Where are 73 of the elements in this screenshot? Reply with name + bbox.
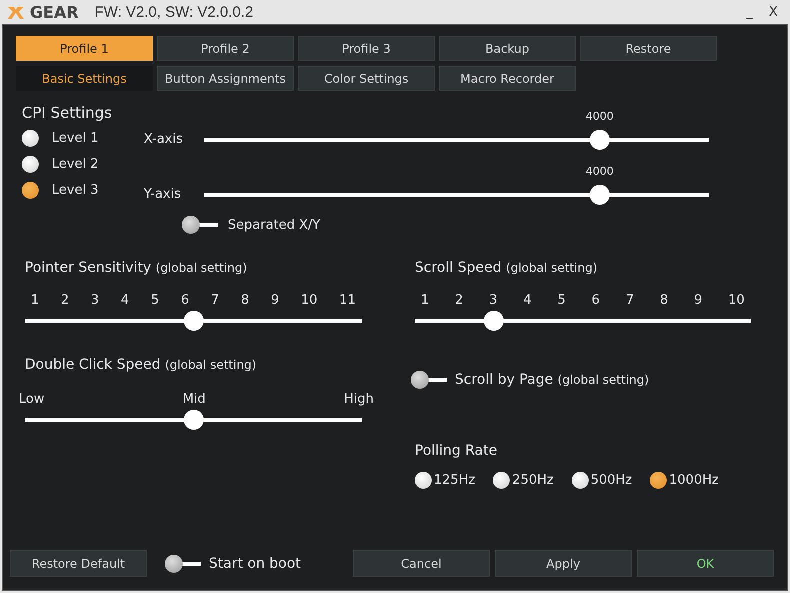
tick-label: 6 bbox=[181, 293, 190, 308]
tick-label: 7 bbox=[626, 293, 634, 308]
restore-default-button[interactable]: Restore Default bbox=[10, 550, 147, 577]
axis-label: Y-axis bbox=[144, 187, 182, 202]
tick-label: 10 bbox=[728, 293, 745, 308]
logo-text: GEAR bbox=[30, 2, 79, 22]
slider-thumb[interactable] bbox=[590, 130, 610, 150]
slider-value: 4000 bbox=[586, 110, 614, 122]
section-title: Pointer Sensitivity (global setting) bbox=[25, 260, 248, 276]
radio-label: 250Hz bbox=[512, 473, 554, 488]
radio-label: Level 3 bbox=[52, 183, 99, 198]
minimize-button[interactable]: _ bbox=[740, 4, 760, 20]
profile-tab[interactable]: Backup bbox=[439, 36, 576, 61]
radio-button[interactable] bbox=[415, 472, 432, 489]
page-tab[interactable]: Macro Recorder bbox=[439, 66, 576, 91]
tick-label: 6 bbox=[592, 293, 600, 308]
section-title: Polling Rate bbox=[415, 443, 498, 459]
axis-label: X-axis bbox=[144, 132, 184, 147]
page-tab[interactable]: Basic Settings bbox=[16, 66, 153, 91]
tick-label: 10 bbox=[301, 293, 318, 308]
tick-label: 5 bbox=[151, 293, 160, 308]
radio-button[interactable] bbox=[572, 472, 589, 489]
radio-button[interactable] bbox=[22, 182, 39, 199]
radio-label: Level 2 bbox=[52, 157, 99, 172]
tick-label: 3 bbox=[489, 293, 498, 308]
close-button[interactable]: X bbox=[763, 4, 784, 20]
profile-tab[interactable]: Profile 2 bbox=[157, 36, 294, 61]
tick-label: High bbox=[344, 392, 374, 407]
toggle-label: Start on boot bbox=[209, 556, 302, 572]
radio-button[interactable] bbox=[22, 156, 39, 173]
tick-label: 11 bbox=[339, 293, 356, 308]
tick-label: 2 bbox=[455, 293, 464, 308]
page-tab[interactable]: Color Settings bbox=[298, 66, 435, 91]
tick-label: 4 bbox=[121, 293, 130, 308]
radio-label: 500Hz bbox=[590, 473, 632, 488]
dialog-button[interactable]: Apply bbox=[495, 550, 632, 577]
slider-thumb[interactable] bbox=[484, 311, 504, 331]
slider-thumb[interactable] bbox=[184, 311, 204, 331]
section-title: Double Click Speed (global setting) bbox=[25, 357, 258, 373]
window-title: FW: V2.0, SW: V2.0.0.2 bbox=[94, 4, 254, 20]
toggle-label: Scroll by Page (global setting) bbox=[455, 372, 650, 388]
tick-label: 8 bbox=[660, 293, 668, 308]
radio-label: Level 1 bbox=[52, 131, 99, 146]
toggle-label: Separated X/Y bbox=[228, 218, 320, 232]
tick-label: 1 bbox=[31, 293, 40, 308]
slider-thumb[interactable] bbox=[184, 410, 204, 430]
tick-label: 9 bbox=[694, 293, 703, 308]
radio-button[interactable] bbox=[22, 130, 39, 147]
tick-label: Low bbox=[19, 392, 45, 407]
section-title: Scroll Speed (global setting) bbox=[415, 260, 599, 276]
tick-label: 1 bbox=[421, 293, 430, 308]
dialog-button[interactable]: OK bbox=[637, 550, 774, 577]
radio-label: 125Hz bbox=[434, 473, 476, 488]
section-title: CPI Settings bbox=[22, 104, 112, 122]
tick-label: 3 bbox=[91, 293, 100, 308]
tick-label: 8 bbox=[241, 293, 250, 308]
slider-value: 4000 bbox=[586, 164, 614, 178]
tick-label: 4 bbox=[523, 293, 532, 308]
tick-label: 5 bbox=[558, 293, 566, 308]
radio-label: 1000Hz bbox=[669, 473, 719, 488]
dialog-button[interactable]: Cancel bbox=[353, 550, 490, 577]
profile-tab[interactable]: Profile 3 bbox=[298, 36, 435, 61]
logo-icon bbox=[6, 4, 26, 20]
slider-thumb[interactable] bbox=[590, 184, 610, 204]
tick-label: 9 bbox=[271, 293, 280, 308]
page-tab[interactable]: Button Assignments bbox=[157, 66, 294, 91]
tick-label: Mid bbox=[182, 392, 206, 407]
radio-button[interactable] bbox=[650, 472, 668, 489]
profile-tab[interactable]: Restore bbox=[580, 36, 717, 61]
profile-tab[interactable]: Profile 1 bbox=[16, 36, 153, 61]
tick-label: 2 bbox=[61, 293, 70, 308]
radio-button[interactable] bbox=[493, 472, 510, 489]
tick-label: 7 bbox=[211, 293, 220, 308]
